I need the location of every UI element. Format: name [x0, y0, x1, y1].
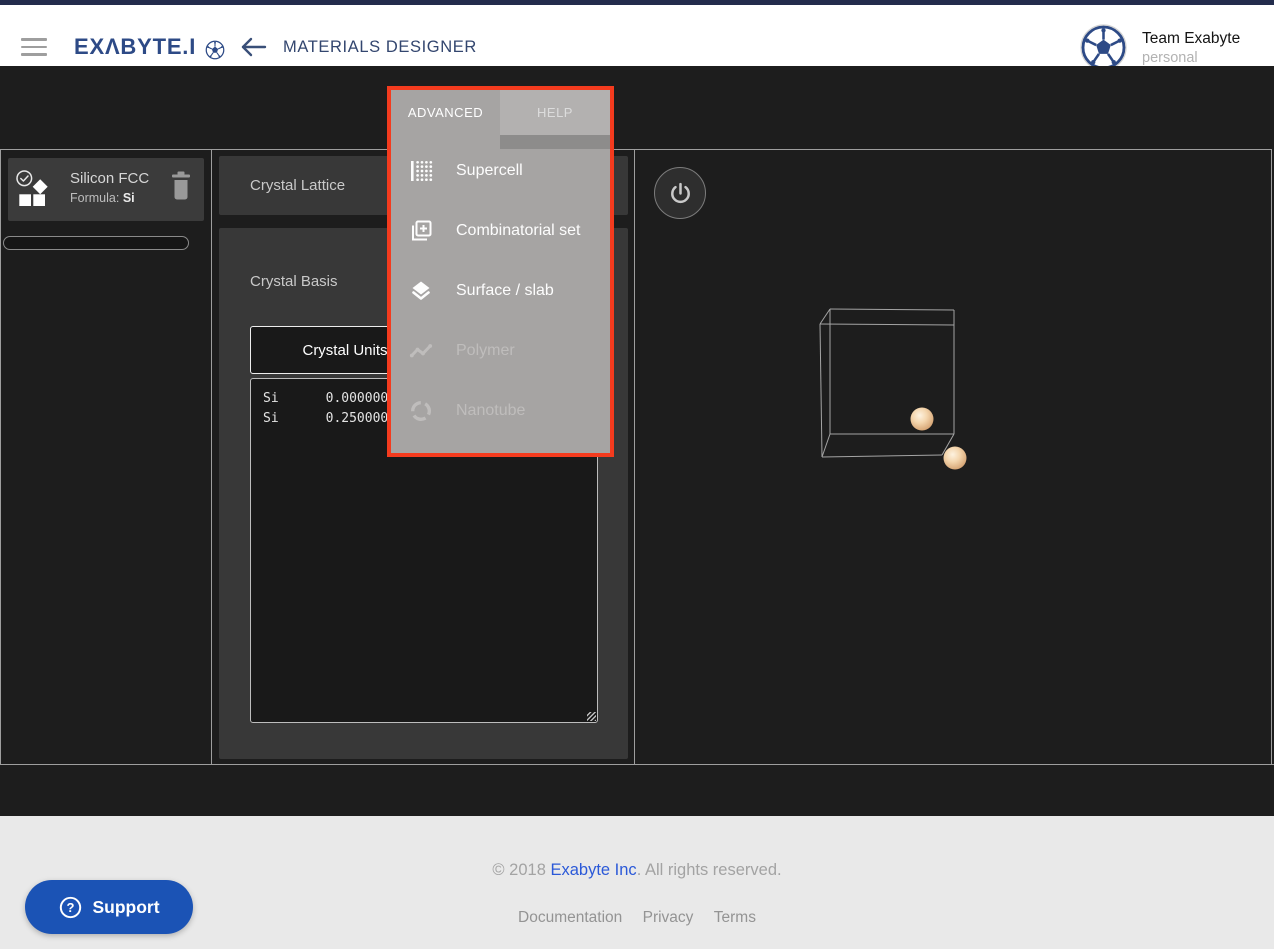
crystal-basis-title: Crystal Basis: [250, 273, 338, 290]
menu-item-surface-slab[interactable]: Surface / slab: [391, 269, 610, 313]
app-header: EXΛBYTE.I MATERIALS DESIGNER Team Exabyt…: [0, 5, 1274, 66]
supercell-grid-icon: [409, 159, 433, 183]
delete-material-icon[interactable]: [170, 171, 192, 201]
menu-item-label: Supercell: [456, 162, 523, 180]
account-role: personal: [1142, 50, 1198, 66]
designer-menubar: INPUT/OUTPUT EDIT VIEW: [0, 66, 1274, 149]
material-set-icon: [16, 163, 50, 211]
sidebar-scrollbar[interactable]: [3, 236, 189, 250]
formula-value: Si: [123, 191, 135, 205]
library-add-icon: [409, 219, 433, 243]
nanotube-ring-icon: [409, 399, 433, 423]
menu-item-polymer: Polymer: [391, 329, 610, 373]
materials-sidebar: Silicon FCC Formula: Si: [0, 149, 212, 764]
menu-help[interactable]: HELP: [500, 90, 610, 135]
menu-item-supercell[interactable]: Supercell: [391, 149, 610, 193]
material-name: Silicon FCC: [70, 170, 149, 187]
privacy-link[interactable]: Privacy: [643, 909, 694, 926]
copyright-line: © 2018 Exabyte Inc. All rights reserved.: [0, 861, 1274, 880]
textarea-resize-handle[interactable]: [587, 712, 596, 721]
material-formula: Formula: Si: [70, 191, 135, 205]
formula-label: Formula:: [70, 191, 119, 205]
materials-designer-page: EXΛBYTE.I MATERIALS DESIGNER Team Exabyt…: [0, 0, 1274, 949]
advanced-menu-panel: Supercell Combinatorial set Surface: [391, 149, 610, 453]
bottom-spacer-band: [0, 764, 1274, 816]
support-label: Support: [92, 897, 159, 918]
dropdown-tab-row: ADVANCED HELP: [391, 90, 610, 135]
account-name[interactable]: Team Exabyte: [1142, 30, 1240, 48]
team-avatar[interactable]: [1080, 24, 1127, 71]
menu-item-label: Combinatorial set: [456, 222, 581, 240]
svg-text:?: ?: [67, 899, 75, 914]
terms-link[interactable]: Terms: [714, 909, 756, 926]
menu-advanced[interactable]: ADVANCED: [391, 90, 500, 135]
back-arrow-icon[interactable]: [239, 36, 267, 58]
help-question-icon: ?: [58, 895, 83, 920]
crystal-lattice-title: Crystal Lattice: [250, 177, 345, 194]
page-footer: © 2018 Exabyte Inc. All rights reserved.…: [0, 816, 1274, 949]
exabyte-inc-link[interactable]: Exabyte Inc: [550, 861, 636, 879]
unit-cell-wireframe: [820, 309, 954, 457]
exabyte-logo[interactable]: EXΛBYTE.I: [74, 35, 196, 59]
support-button[interactable]: ? Support: [25, 880, 193, 934]
structure-viewer-panel[interactable]: [635, 149, 1272, 764]
advanced-menu-dropdown-highlighted: ADVANCED HELP Supercell: [387, 86, 614, 457]
copyright-prefix: © 2018: [492, 861, 550, 879]
exabyte-logo-ball-icon: [205, 40, 225, 60]
menu-item-label: Nanotube: [456, 402, 525, 420]
copyright-suffix: . All rights reserved.: [637, 861, 782, 879]
power-icon: [667, 180, 694, 207]
dropdown-strip: [391, 135, 610, 149]
menu-item-label: Polymer: [456, 342, 515, 360]
documentation-link[interactable]: Documentation: [518, 909, 622, 926]
hamburger-menu-icon[interactable]: [21, 38, 47, 56]
material-item-silicon-fcc[interactable]: Silicon FCC Formula: Si: [8, 158, 204, 221]
silicon-atom: [911, 408, 934, 431]
viewer-power-button[interactable]: [654, 167, 706, 219]
layers-icon: [409, 279, 433, 303]
crystal-3d-scene: [635, 150, 1272, 764]
page-title: MATERIALS DESIGNER: [283, 38, 477, 56]
menu-item-label: Surface / slab: [456, 282, 554, 300]
polymer-zigzag-icon: [409, 339, 433, 363]
menu-item-combinatorial-set[interactable]: Combinatorial set: [391, 209, 610, 253]
crystal-units-label: Crystal Units: [302, 342, 387, 359]
silicon-atom: [944, 447, 967, 470]
menu-item-nanotube: Nanotube: [391, 389, 610, 433]
